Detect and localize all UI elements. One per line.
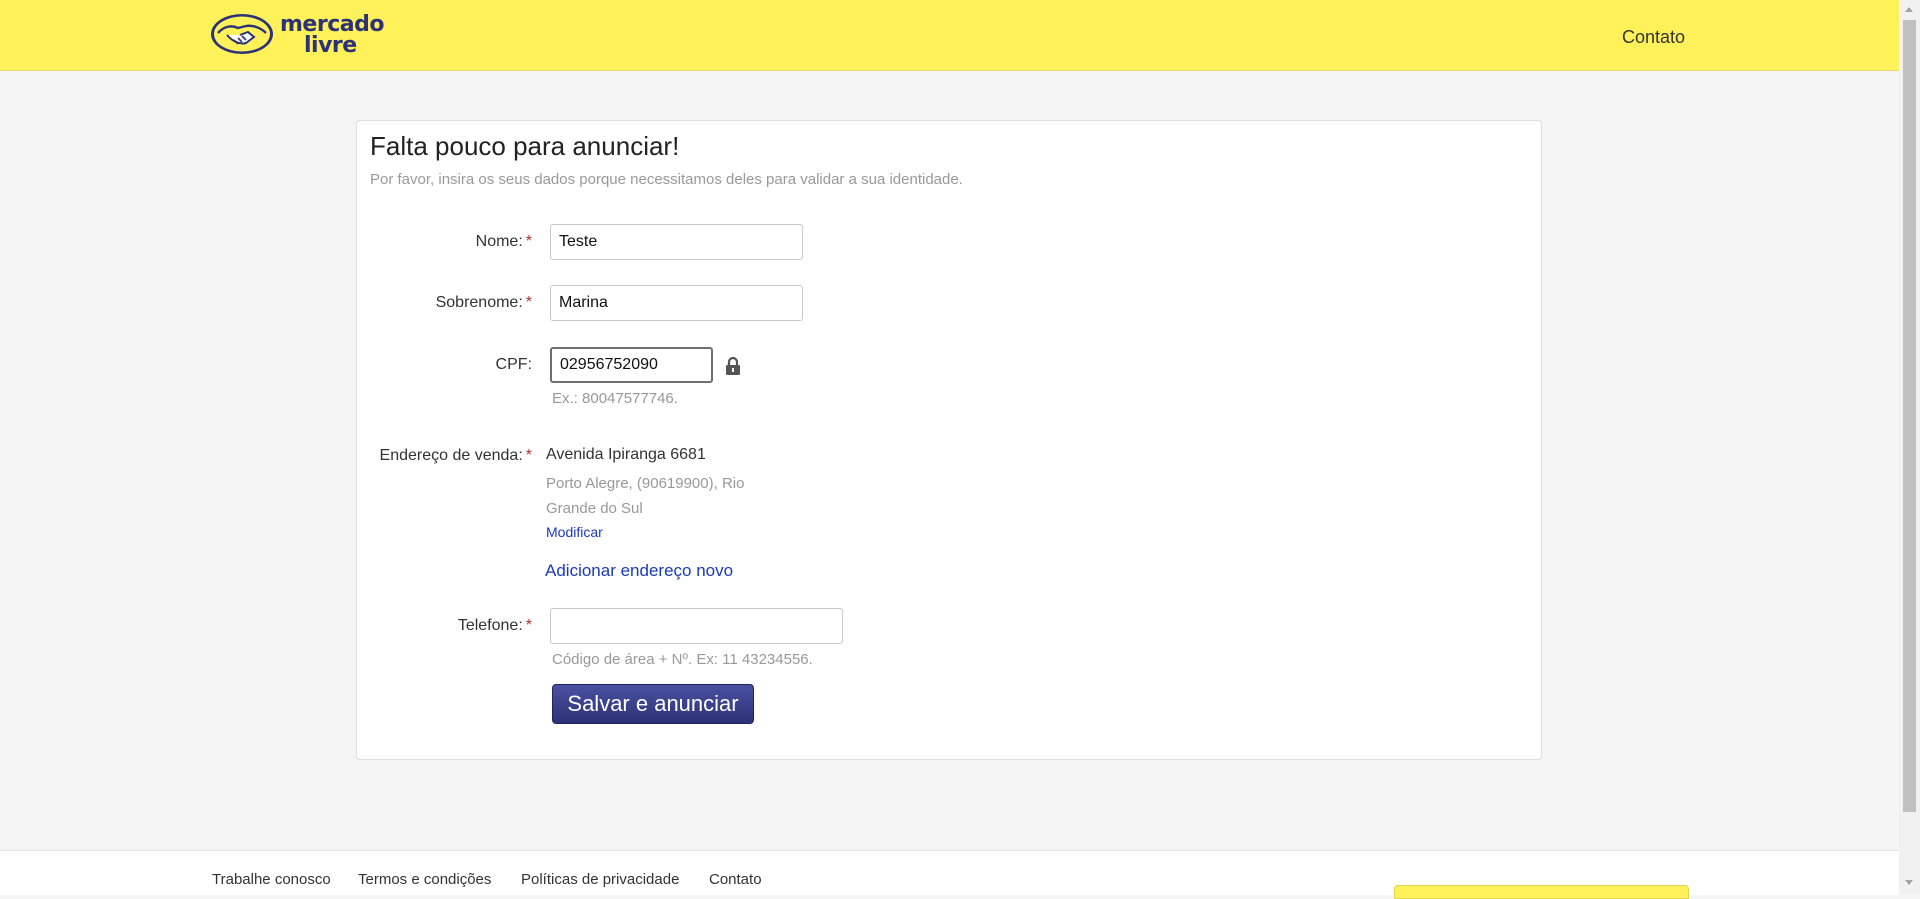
footer-link-contato[interactable]: Contato (709, 871, 762, 888)
add-new-address-link[interactable]: Adicionar endereço novo (545, 561, 733, 581)
telefone-hint: Código de área + Nº. Ex: 11 43234556. (552, 651, 813, 668)
scroll-thumb[interactable] (1903, 20, 1916, 812)
cpf-input[interactable] (550, 347, 713, 383)
required-mark: * (525, 294, 532, 311)
required-mark: * (525, 617, 532, 634)
cpf-label: CPF: (332, 356, 532, 374)
footer-link-termos[interactable]: Termos e condições (358, 871, 491, 888)
telefone-label: Telefone: * (332, 617, 532, 635)
save-and-publish-button[interactable]: Salvar e anunciar (552, 684, 754, 724)
nome-label-text: Nome: (475, 233, 523, 250)
cpf-hint: Ex.: 80047577746. (552, 390, 678, 407)
required-mark: * (525, 447, 532, 464)
required-mark: * (525, 233, 532, 250)
endereco-label: Endereço de venda: * (332, 447, 532, 465)
page-subtitle: Por favor, insira os seus dados porque n… (370, 171, 963, 188)
footer-yellow-panel (1394, 885, 1689, 899)
logo-word-line2: livre (304, 33, 357, 58)
mercado-livre-logo[interactable]: mercado livre (210, 13, 384, 57)
header-contact-link[interactable]: Contato (1622, 27, 1685, 48)
sobrenome-label: Sobrenome: * (332, 294, 532, 312)
handshake-logo-icon (211, 14, 273, 54)
telefone-label-text: Telefone: (457, 617, 523, 634)
lock-icon (726, 357, 740, 375)
page-footer: Trabalhe conosco Termos e condições Polí… (0, 850, 1899, 899)
footer-link-privacidade[interactable]: Políticas de privacidade (521, 871, 679, 888)
footer-link-trabalhe-conosco[interactable]: Trabalhe conosco (212, 871, 331, 888)
endereco-label-text: Endereço de venda: (379, 447, 523, 464)
registration-form-card: Falta pouco para anunciar! Por favor, in… (356, 120, 1542, 760)
scroll-down-arrow-icon[interactable] (1905, 880, 1913, 885)
logo-word-line1: mercado (280, 12, 384, 37)
page-title: Falta pouco para anunciar! (370, 131, 680, 161)
nome-input[interactable] (550, 224, 803, 260)
address-city-line: Porto Alegre, (90619900), Rio Grande do … (546, 475, 745, 517)
telefone-input[interactable] (550, 608, 843, 644)
scroll-up-arrow-icon[interactable] (1905, 7, 1913, 12)
vertical-scrollbar[interactable] (1899, 0, 1920, 894)
top-header: mercado livre Contato (0, 0, 1899, 71)
address-street: Avenida Ipiranga 6681 (546, 446, 706, 463)
nome-label: Nome: * (332, 233, 532, 251)
modify-address-link[interactable]: Modificar (546, 524, 603, 540)
logo-wordmark: mercado livre (280, 12, 384, 58)
sobrenome-label-text: Sobrenome: (435, 294, 523, 311)
sobrenome-input[interactable] (550, 285, 803, 321)
cpf-label-text: CPF: (495, 356, 532, 373)
